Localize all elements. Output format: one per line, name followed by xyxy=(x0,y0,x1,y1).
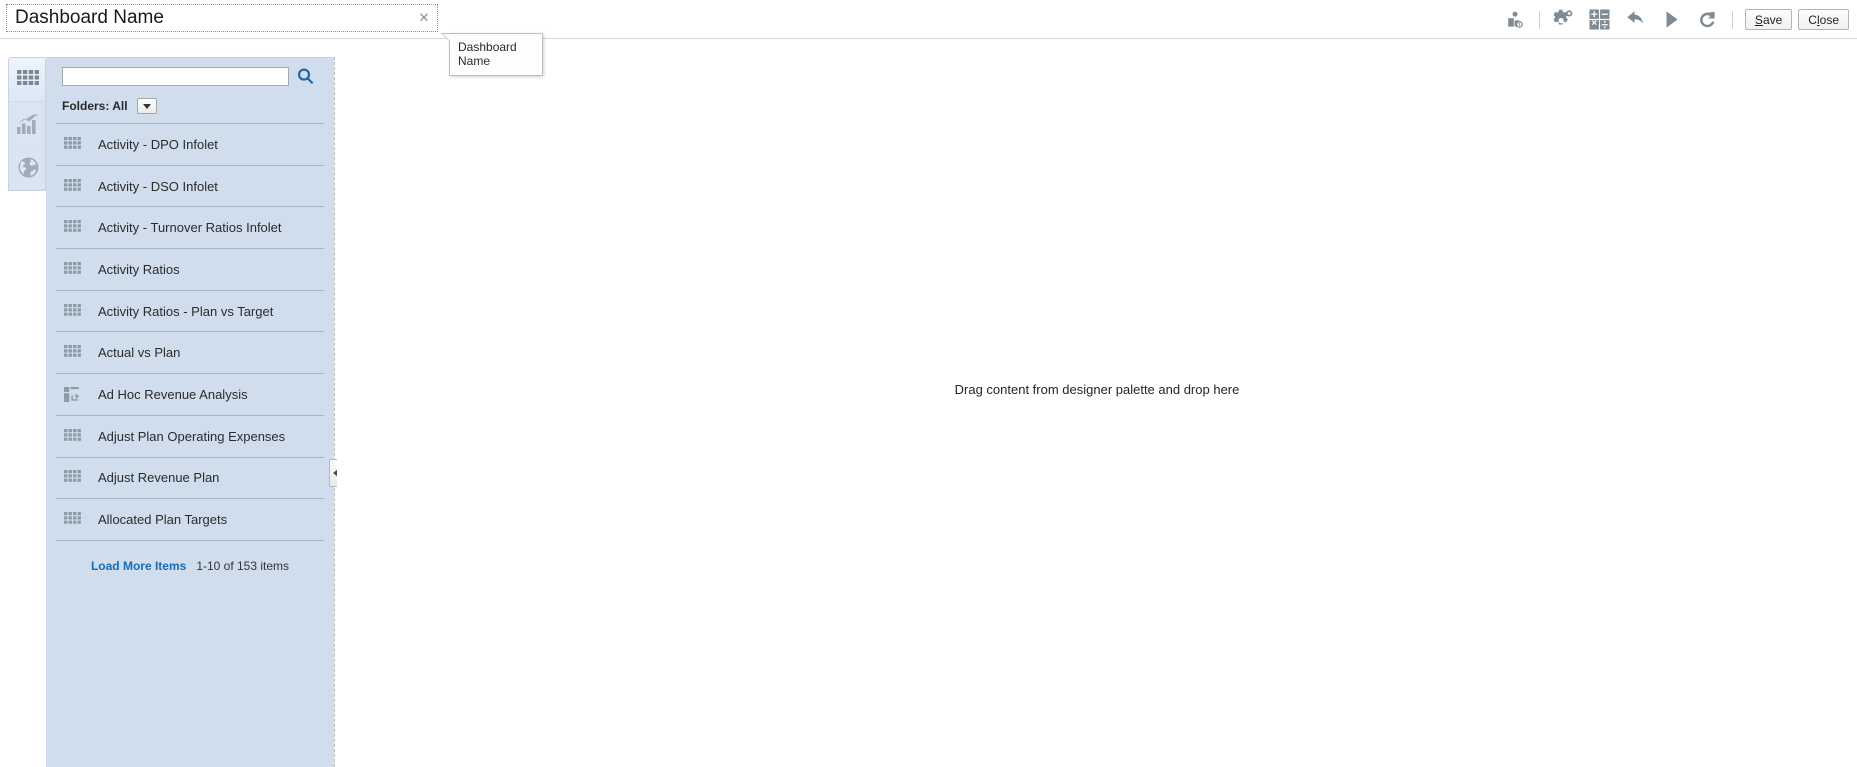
globe-icon xyxy=(18,157,38,178)
search-magnifier-glyph xyxy=(297,68,314,85)
list-item-label: Activity - Turnover Ratios Infolet xyxy=(98,220,282,236)
user-permissions-icon[interactable] xyxy=(1497,5,1533,35)
chart-icon xyxy=(17,113,39,134)
palette-search-row xyxy=(46,58,334,90)
folders-filter[interactable]: Folders: All xyxy=(46,90,334,123)
list-item-label: Adjust Plan Operating Expenses xyxy=(98,428,286,444)
close-label-rest: ose xyxy=(1819,12,1839,27)
calculator-icon[interactable] xyxy=(1582,5,1618,35)
list-item-label: Activity - DSO Infolet xyxy=(98,178,218,194)
list-item-label: Activity - DPO Infolet xyxy=(98,136,218,152)
list-item[interactable]: Activity - Turnover Ratios Infolet xyxy=(56,207,324,250)
list-item[interactable]: Activity Ratios xyxy=(56,249,324,291)
list-item-label: Allocated Plan Targets xyxy=(98,512,228,528)
top-toolbar: Save Cl ose xyxy=(1497,0,1849,39)
top-bar: ✕ Dashboard Name xyxy=(0,0,1857,76)
load-more-items-link[interactable]: Load More Items xyxy=(91,559,186,573)
grid-icon xyxy=(64,220,90,235)
list-item[interactable]: Adjust Plan Operating Expenses xyxy=(56,416,324,458)
grid-icon xyxy=(64,261,90,277)
grid-icon xyxy=(64,470,90,485)
dashboard-name-field[interactable]: ✕ xyxy=(6,4,438,32)
tooltip-text: Dashboard Name xyxy=(458,40,517,68)
grid-icon xyxy=(64,428,90,444)
save-label-rest: ave xyxy=(1762,12,1783,27)
rail-item-external-content[interactable] xyxy=(9,146,45,190)
grid-forms-icon xyxy=(17,70,39,85)
dashboard-name-input[interactable] xyxy=(7,5,414,31)
refresh-icon[interactable] xyxy=(1690,5,1726,35)
work-area: Folders: All Activity - DPO Infolet Acti… xyxy=(0,39,1857,767)
designer-palette-rail xyxy=(8,57,46,191)
list-item[interactable]: Activity - DPO Infolet xyxy=(56,124,324,166)
list-item[interactable]: Activity - DSO Infolet xyxy=(56,166,324,208)
settings-gear-icon[interactable] xyxy=(1546,5,1582,35)
drop-zone-hint: Drag content from designer palette and d… xyxy=(954,382,1240,397)
dashboard-canvas[interactable]: Drag content from designer palette and d… xyxy=(337,57,1857,767)
list-item-label: Activity Ratios - Plan vs Target xyxy=(98,303,274,319)
toolbar-separator-2 xyxy=(1731,10,1733,29)
tooltip-tail-inner xyxy=(443,34,450,41)
grid-icon xyxy=(64,303,90,319)
list-item-label: Activity Ratios xyxy=(98,261,180,277)
palette-list-footer: Load More Items 1-10 of 153 items xyxy=(46,541,334,573)
list-item[interactable]: Allocated Plan Targets xyxy=(56,499,324,541)
undo-icon[interactable] xyxy=(1618,5,1654,35)
close-label-pre: C xyxy=(1808,12,1817,27)
clear-name-icon[interactable]: ✕ xyxy=(414,5,434,31)
rail-item-charts[interactable] xyxy=(9,102,45,146)
palette-item-list: Activity - DPO Infolet Activity - DSO In… xyxy=(56,123,324,541)
search-icon[interactable] xyxy=(297,68,314,85)
list-item-label: Actual vs Plan xyxy=(98,345,181,361)
grid-icon xyxy=(64,345,90,360)
grid-icon xyxy=(64,178,90,194)
adhoc-grid-icon xyxy=(64,386,90,402)
list-item-label: Ad Hoc Revenue Analysis xyxy=(98,386,248,402)
list-item-label: Adjust Revenue Plan xyxy=(98,470,220,486)
rail-item-forms[interactable] xyxy=(9,58,45,102)
grid-icon xyxy=(64,136,90,152)
undo-glyph xyxy=(1627,10,1644,24)
calculator-glyph xyxy=(1589,9,1610,30)
grid-icon xyxy=(64,512,90,527)
designer-palette-panel: Folders: All Activity - DPO Infolet Acti… xyxy=(46,57,334,767)
list-item[interactable]: Activity Ratios - Plan vs Target xyxy=(56,291,324,333)
run-play-icon[interactable] xyxy=(1654,5,1690,35)
chevron-down-icon xyxy=(142,103,151,109)
folders-dropdown-button[interactable] xyxy=(136,98,157,114)
folders-label: Folders: All xyxy=(62,99,128,113)
settings-gear-glyph xyxy=(1553,9,1573,25)
user-permissions-glyph xyxy=(1508,11,1524,28)
panel-splitter[interactable] xyxy=(329,57,342,767)
dashboard-name-tooltip: Dashboard Name xyxy=(441,33,543,76)
play-glyph xyxy=(1666,11,1679,28)
save-button[interactable]: Save xyxy=(1744,9,1793,30)
item-count-text: 1-10 of 153 items xyxy=(196,558,290,573)
list-item[interactable]: Actual vs Plan xyxy=(56,332,324,375)
save-accel: S xyxy=(1754,12,1763,27)
toolbar-separator-1 xyxy=(1538,10,1540,29)
list-item[interactable]: Ad Hoc Revenue Analysis xyxy=(56,374,324,416)
search-input[interactable] xyxy=(62,67,289,86)
refresh-glyph xyxy=(1700,11,1716,27)
list-item[interactable]: Adjust Revenue Plan xyxy=(56,458,324,500)
close-button[interactable]: Cl ose xyxy=(1798,9,1849,30)
